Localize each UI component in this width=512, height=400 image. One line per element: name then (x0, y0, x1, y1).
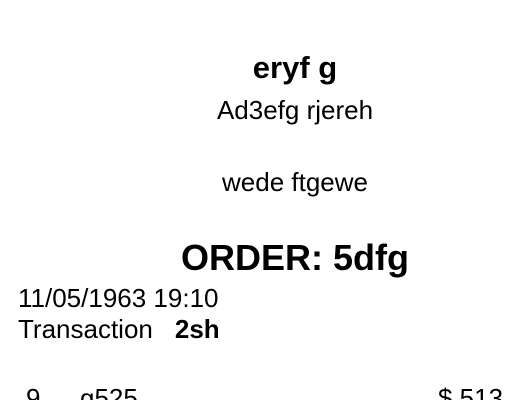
store-name: eryf g (252, 50, 338, 85)
transaction-row: Transaction 2sh (18, 313, 220, 345)
transaction-id: 2sh (174, 314, 220, 344)
receipt: eryf g Ad3efg rjereh wede ftgewe ORDER: … (0, 0, 512, 400)
transaction-label: Transaction (18, 314, 153, 344)
store-city: wede ftgewe (222, 167, 368, 197)
store-address: Ad3efg rjereh (216, 95, 374, 125)
order-heading: ORDER: 5dfg (181, 237, 409, 278)
line-item-price: $ 513 (438, 383, 504, 400)
line-item-qty: 9 (26, 383, 41, 400)
order-datetime: 11/05/1963 19:10 (18, 283, 219, 313)
line-item-description: g525 (80, 383, 138, 400)
